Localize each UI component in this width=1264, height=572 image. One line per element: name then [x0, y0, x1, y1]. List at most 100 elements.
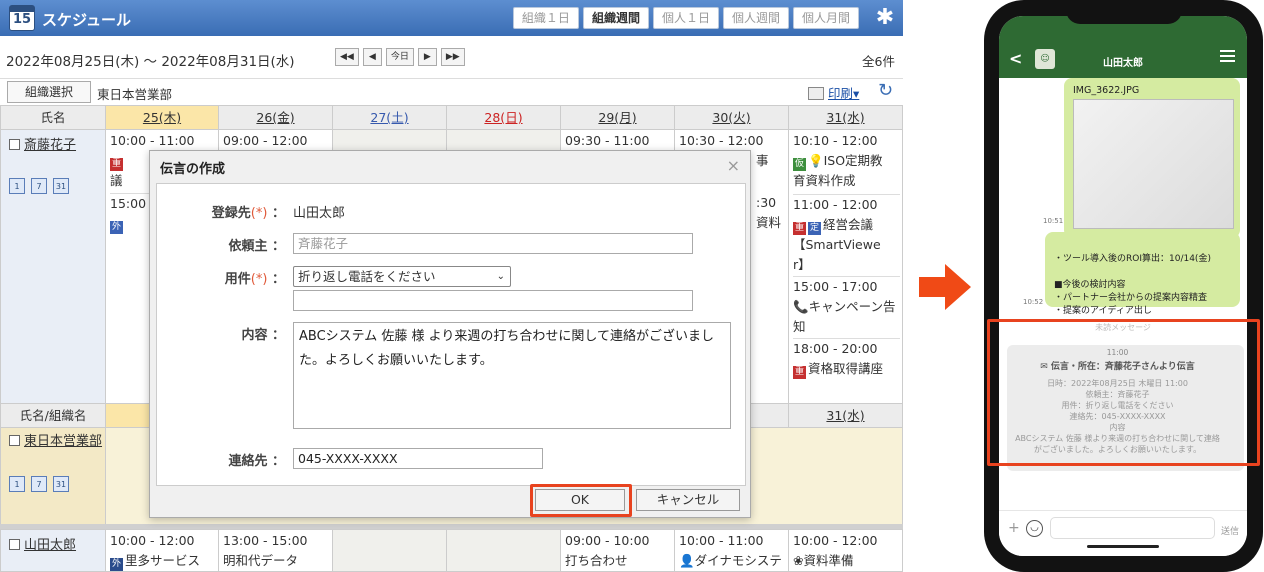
external-badge: 外	[110, 558, 123, 571]
org-link[interactable]: 東日本営業部	[24, 434, 102, 449]
event-title: 里多サービス	[125, 553, 201, 568]
whiteboard-photo[interactable]	[1073, 99, 1234, 229]
group-select-button[interactable]: 組織選択	[7, 81, 91, 103]
event[interactable]: 10:00 - 12:00 ❀資料準備	[793, 531, 900, 571]
event[interactable]: 11:00 - 12:00 重定経営会議 【SmartViewe r】	[793, 194, 900, 275]
prev-week-button[interactable]: ◀◀	[335, 48, 359, 66]
checkbox[interactable]	[9, 139, 20, 150]
contact-input[interactable]: 045-XXXX-XXXX	[293, 448, 543, 469]
event[interactable]: 09:00 - 12:00	[223, 131, 330, 151]
view-personal-week-button[interactable]: 個人週間	[722, 7, 789, 29]
prev-day-button[interactable]: ◀	[362, 48, 382, 66]
event[interactable]: 15:00 - 17:00 📞キャンペーン告知	[793, 276, 900, 337]
gear-icon[interactable]: ✱	[873, 6, 897, 30]
day-header-link[interactable]: 28(日)	[484, 110, 522, 125]
event[interactable]: 10:10 - 12:00 仮 💡ISO定期教 育資料作成	[793, 131, 900, 191]
view-personal-day-button[interactable]: 個人１日	[652, 7, 719, 29]
event-time: 09:00 - 12:00	[223, 133, 308, 148]
checkbox[interactable]	[9, 435, 20, 446]
event[interactable]: 10:00 - 12:00 外里多サービス	[110, 531, 216, 571]
day-header-link[interactable]: 31(水)	[826, 408, 864, 423]
user-link[interactable]: 斎藤花子	[24, 138, 76, 153]
menu-icon[interactable]	[1220, 50, 1235, 62]
week-view-icon[interactable]: 7	[31, 476, 47, 492]
event[interactable]: 09:30 - 11:00	[565, 131, 672, 151]
view-icons: 1 7 31	[9, 476, 69, 492]
send-button[interactable]: 送信	[1221, 524, 1239, 537]
week-view-icon[interactable]: 7	[31, 178, 47, 194]
org-day-header[interactable]: 31(水)	[788, 403, 903, 428]
printer-icon	[808, 87, 824, 100]
user-link[interactable]: 山田太郎	[24, 538, 76, 553]
day-view-icon[interactable]: 1	[9, 178, 25, 194]
tentative-badge: 仮	[793, 158, 806, 171]
day-cell[interactable]: 10:00 - 12:00 外里多サービス	[105, 529, 219, 572]
cancel-button[interactable]: キャンセル	[636, 489, 740, 511]
day-view-icon[interactable]: 1	[9, 476, 25, 492]
day-cell[interactable]: 10:00 - 12:00 ❀資料準備	[788, 529, 903, 572]
day-cell[interactable]	[446, 529, 561, 572]
date-row: 2022年08月25日(木) 〜 2022年08月31日(水) ◀◀ ◀ 今日 …	[0, 37, 903, 77]
month-view-icon[interactable]: 31	[53, 178, 69, 194]
event-title: 経営会議	[823, 217, 874, 232]
view-icons: 1 7 31	[9, 178, 69, 194]
month-view-icon[interactable]: 31	[53, 476, 69, 492]
day-cell[interactable]	[332, 529, 447, 572]
day-cell[interactable]: 09:00 - 10:00 打ち合わせ	[560, 529, 675, 572]
print-link[interactable]: 印刷▾	[808, 83, 859, 102]
day-header[interactable]: 28(日)	[446, 105, 561, 130]
day-header-link[interactable]: 30(火)	[712, 110, 750, 125]
chat-name: 山田太郎	[1103, 58, 1143, 69]
day-header-link[interactable]: 27(土)	[370, 110, 408, 125]
message-highlight-box	[987, 319, 1260, 466]
next-day-button[interactable]: ▶	[417, 48, 437, 66]
subject-extra-input[interactable]	[293, 290, 693, 311]
day-header[interactable]: 30(火)	[674, 105, 789, 130]
chat-header: < ☺ 山田太郎	[999, 16, 1247, 78]
event[interactable]: 13:00 - 15:00 明和代データ	[223, 531, 330, 571]
day-header[interactable]: 25(木)	[105, 105, 219, 130]
today-button[interactable]: 今日	[385, 48, 414, 66]
event-time: 10:00 - 11:00	[679, 533, 764, 548]
person-icon: 👤	[679, 553, 695, 568]
day-cell[interactable]: 10:00 - 11:00 👤ダイナモシステ	[674, 529, 789, 572]
bubble-line: ■今後の検討内容	[1054, 280, 1126, 290]
day-header-link[interactable]: 26(金)	[256, 110, 294, 125]
refresh-icon[interactable]: ↻	[878, 80, 893, 101]
day-cell[interactable]: 10:10 - 12:00 仮 💡ISO定期教 育資料作成 11:00 - 12:00…	[788, 129, 903, 404]
day-header[interactable]: 27(土)	[332, 105, 447, 130]
close-icon[interactable]: ×	[727, 156, 740, 175]
timestamp: 10:51	[1043, 217, 1064, 225]
view-org-week-button[interactable]: 組織週間	[582, 7, 649, 29]
home-indicator	[1087, 545, 1159, 548]
day-header-link[interactable]: 31(水)	[826, 110, 864, 125]
user-name[interactable]: 斎藤花子	[9, 134, 76, 153]
view-personal-month-button[interactable]: 個人月間	[792, 7, 859, 29]
event[interactable]: 10:00 - 11:00 👤ダイナモシステ	[679, 531, 786, 571]
event-title: 打ち合わせ	[565, 553, 628, 568]
event[interactable]: 18:00 - 20:00 重資格取得講座	[793, 338, 900, 379]
day-header-link[interactable]: 25(木)	[143, 110, 181, 125]
event[interactable]: 09:00 - 10:00 打ち合わせ	[565, 531, 672, 571]
day-header-link[interactable]: 29(月)	[598, 110, 636, 125]
day-header[interactable]: 26(金)	[218, 105, 333, 130]
from-input[interactable]: 斉藤花子	[293, 233, 693, 254]
user-name[interactable]: 山田太郎	[9, 534, 76, 553]
org-column-header: 氏名/組織名	[0, 403, 106, 428]
event-time: 09:00 - 10:00	[565, 533, 650, 548]
day-cell[interactable]: 13:00 - 15:00 明和代データ	[218, 529, 333, 572]
day-header[interactable]: 31(水)	[788, 105, 903, 130]
flower-icon: ❀	[793, 553, 804, 568]
view-org-day-button[interactable]: 組織１日	[512, 7, 579, 29]
emoji-icon[interactable]: ◡	[1026, 520, 1043, 537]
content-textarea[interactable]: ABCシステム 佐藤 様 より来週の打ち合わせに関して連絡がございました。よろし…	[293, 322, 731, 429]
next-week-button[interactable]: ▶▶	[440, 48, 465, 66]
phone-icon: 📞	[793, 299, 809, 314]
subject-select[interactable]: 折り返し電話をください ⌄	[293, 266, 511, 287]
checkbox[interactable]	[9, 539, 20, 550]
message-input[interactable]	[1050, 517, 1215, 539]
bubble-line: ・提案のアイディア出し	[1054, 306, 1152, 316]
org-name[interactable]: 東日本営業部	[9, 432, 102, 451]
plus-icon[interactable]: +	[1008, 520, 1020, 536]
day-header[interactable]: 29(月)	[560, 105, 675, 130]
